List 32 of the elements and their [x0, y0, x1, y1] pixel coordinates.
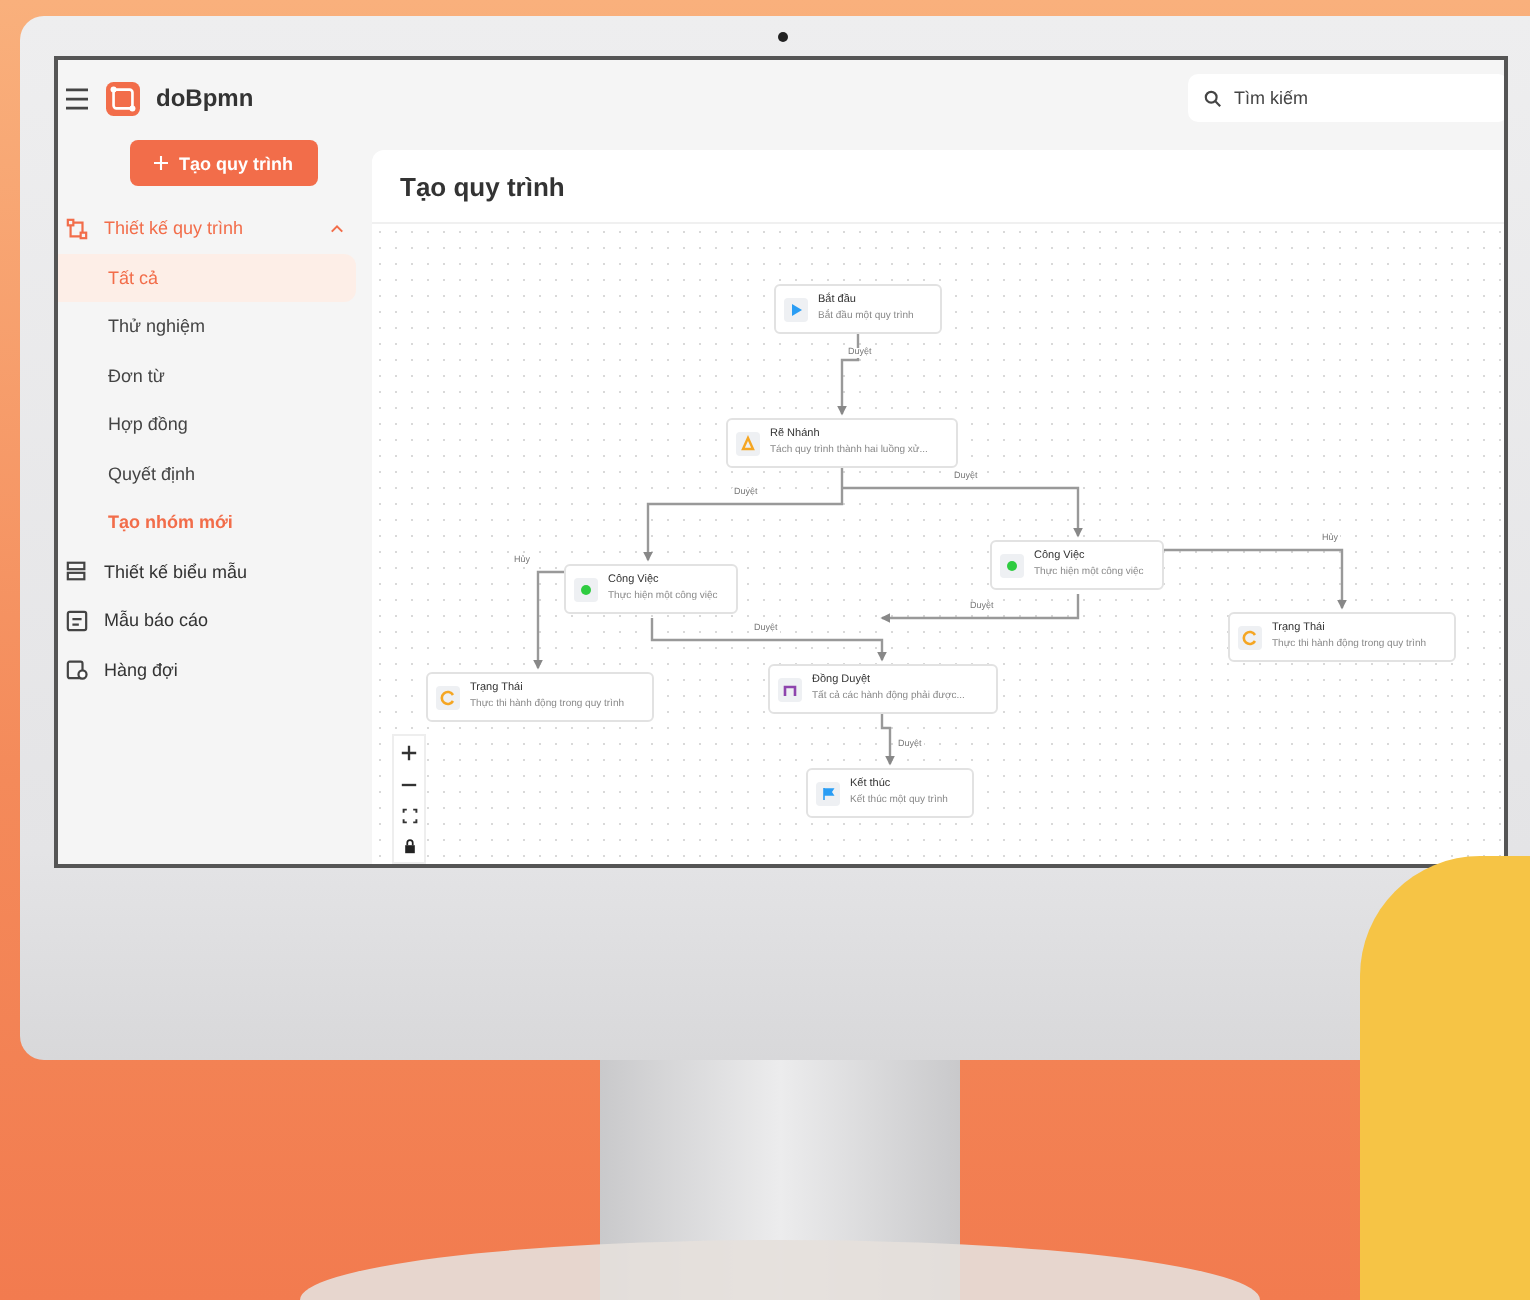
search-icon: [1204, 89, 1222, 107]
sidebar-subitem[interactable]: Đơn từ: [58, 351, 356, 400]
search-field[interactable]: Tìm kiếm: [1188, 74, 1504, 122]
flag-icon: [816, 781, 840, 805]
search-input[interactable]: Tìm kiếm: [1234, 88, 1474, 108]
plus-icon: [153, 156, 167, 170]
sidebar-item[interactable]: Thiết kế biểu mẫu: [58, 547, 368, 596]
fit-view-icon[interactable]: [401, 808, 417, 824]
document-icon: [66, 609, 88, 632]
logo-icon: [106, 81, 140, 115]
sidebar-subitem[interactable]: Thử nghiệm: [58, 302, 356, 351]
clipboard-icon: [66, 658, 88, 681]
menu-icon[interactable]: [64, 87, 90, 109]
sidebar-subitem[interactable]: Hợp đồng: [58, 400, 356, 449]
connector-line: [533, 570, 564, 670]
sidebar-item[interactable]: Hàng đợi: [58, 645, 368, 694]
chevron-icon: [330, 223, 344, 234]
camera-dot: [778, 32, 788, 42]
flow-icon: [66, 217, 88, 240]
diamond-icon: [736, 431, 760, 455]
sidebar-subitem[interactable]: Quyết định: [58, 449, 356, 498]
zoom-in-icon[interactable]: [400, 744, 418, 762]
refresh-icon: [436, 685, 460, 709]
page-title: Tạo quy trình: [400, 171, 565, 201]
sidebar-item[interactable]: Mẫu báo cáo: [58, 596, 368, 645]
app-name: doBpmn: [156, 84, 254, 112]
refresh-icon: [1238, 625, 1262, 649]
form-icon: [66, 560, 88, 583]
connector-line: [880, 714, 895, 766]
play-icon: [784, 297, 808, 321]
arch-icon: [778, 677, 802, 701]
lock-icon[interactable]: [401, 838, 417, 854]
